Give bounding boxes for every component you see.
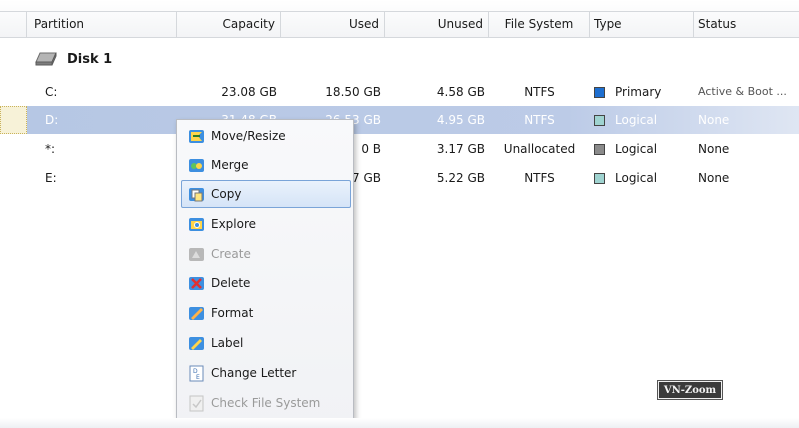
partition-type: Logical <box>594 171 657 185</box>
menu-item-label: Explore <box>211 217 257 231</box>
format-icon <box>189 306 204 320</box>
type-label: Logical <box>615 142 658 156</box>
menu-item-merge[interactable]: Merge <box>181 151 351 179</box>
partition-row-unallocated[interactable]: *: 0 B 3.17 GB Unallocated Logical None <box>27 135 799 163</box>
column-header-file-system[interactable]: File System <box>489 12 590 38</box>
partition-type: Logical <box>594 142 657 156</box>
column-header-used[interactable]: Used <box>281 12 385 38</box>
menu-item-label: Check File System <box>211 396 321 410</box>
partition-file-system: NTFS <box>524 85 555 99</box>
column-header-type[interactable]: Type <box>590 12 694 38</box>
menu-item-label: Copy <box>211 187 242 201</box>
column-header-partition[interactable]: Partition <box>27 12 177 38</box>
partition-file-system: NTFS <box>524 113 555 127</box>
menu-item-explore[interactable]: Explore <box>181 210 351 238</box>
disk-label: Disk 1 <box>67 51 113 67</box>
menu-item-change-letter[interactable]: D E Change Letter <box>181 359 351 387</box>
column-header-status[interactable]: Status <box>694 12 799 38</box>
column-header-unused[interactable]: Unused <box>385 12 489 38</box>
row-focus-marker <box>0 106 27 134</box>
header-spacer <box>0 12 27 38</box>
svg-text:E: E <box>196 374 200 381</box>
explore-icon <box>189 217 204 231</box>
change-letter-icon: D E <box>189 365 204 381</box>
copy-icon <box>189 187 204 201</box>
menu-item-label-partition[interactable]: Label <box>181 329 351 357</box>
bottom-edge <box>0 418 799 428</box>
partition-status: None <box>698 142 730 156</box>
partition-capacity: 23.08 GB <box>221 85 277 99</box>
menu-item-label: Change Letter <box>211 366 297 380</box>
type-color-swatch <box>594 114 605 126</box>
partition-unused: 4.58 GB <box>436 85 485 99</box>
partition-unused: 3.17 GB <box>436 142 485 156</box>
partition-status: None <box>698 171 730 185</box>
partition-type: Logical <box>594 113 657 127</box>
menu-item-label: Move/Resize <box>211 129 286 143</box>
merge-icon <box>189 158 204 172</box>
type-label: Logical <box>615 171 658 185</box>
label-icon <box>189 336 204 350</box>
delete-icon <box>189 276 204 290</box>
column-header-capacity[interactable]: Capacity <box>177 12 281 38</box>
partition-file-system: Unallocated <box>503 142 576 156</box>
menu-item-label: Label <box>211 336 244 350</box>
menu-item-label: Delete <box>211 276 251 290</box>
partition-name: E: <box>45 171 57 185</box>
partition-used: 18.50 GB <box>325 85 381 99</box>
menu-item-label: Create <box>211 247 251 261</box>
partition-row-d[interactable]: D: 31.48 GB 26.53 GB 4.95 GB NTFS Logica… <box>27 106 799 134</box>
partition-context-menu: Move/Resize Merge Copy Explore Create De… <box>176 119 354 428</box>
partition-row-c[interactable]: C: 23.08 GB 18.50 GB 4.58 GB NTFS Primar… <box>27 78 799 106</box>
menu-item-copy[interactable]: Copy <box>181 180 351 208</box>
menu-item-label: Format <box>211 306 254 320</box>
type-color-swatch <box>594 86 605 98</box>
partition-unused: 5.22 GB <box>436 171 485 185</box>
type-label: Logical <box>615 113 658 127</box>
create-icon <box>189 247 204 261</box>
menu-item-label: Merge <box>211 158 249 172</box>
partition-status: None <box>698 113 730 127</box>
partition-row-e[interactable]: E: 57 GB 5.22 GB NTFS Logical None <box>27 164 799 192</box>
partition-name: C: <box>45 85 58 99</box>
disk-group-row[interactable]: Disk 1 <box>34 47 112 71</box>
type-color-swatch <box>594 172 605 184</box>
disk-drive-icon <box>35 52 57 66</box>
type-label: Primary <box>615 85 662 99</box>
menu-item-delete[interactable]: Delete <box>181 269 351 297</box>
move-resize-icon <box>189 129 204 143</box>
partition-name: D: <box>45 113 59 127</box>
partition-file-system: NTFS <box>524 171 555 185</box>
column-header-bar: Partition Capacity Used Unused File Syst… <box>0 0 799 38</box>
partition-type: Primary <box>594 85 661 99</box>
menu-item-create[interactable]: Create <box>181 240 351 268</box>
check-file-system-icon <box>189 395 204 411</box>
menu-item-check-file-system[interactable]: Check File System <box>181 389 351 417</box>
partition-unused: 4.95 GB <box>436 113 485 127</box>
partition-name: *: <box>45 142 56 156</box>
type-color-swatch <box>594 143 605 155</box>
watermark-logo: VN-Zoom <box>658 381 722 399</box>
partition-status: Active & Boot ... <box>698 85 787 98</box>
menu-item-format[interactable]: Format <box>181 299 351 327</box>
menu-item-move-resize[interactable]: Move/Resize <box>181 122 351 150</box>
